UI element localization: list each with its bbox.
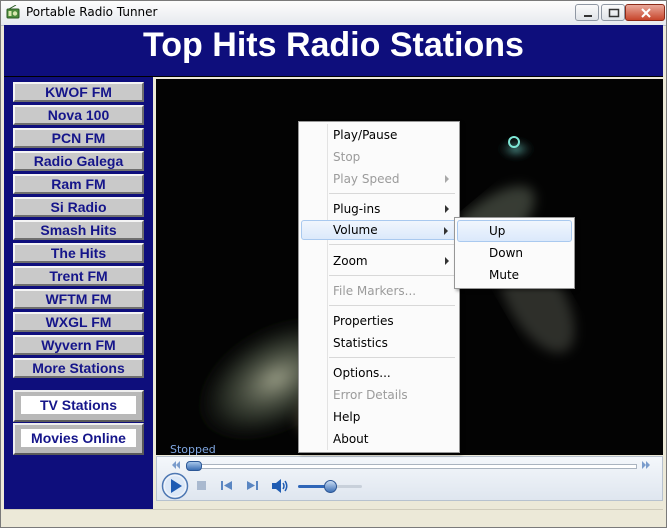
station-button-kwof-fm[interactable]: KWOF FM bbox=[13, 82, 144, 102]
close-icon bbox=[641, 8, 651, 18]
menu-item-zoom-label: Zoom bbox=[333, 254, 368, 268]
play-button[interactable] bbox=[161, 472, 189, 500]
menu-item-plugins[interactable]: Plug-ins bbox=[301, 199, 457, 219]
next-button[interactable] bbox=[246, 480, 260, 492]
minimize-button[interactable] bbox=[575, 4, 599, 21]
minimize-icon bbox=[584, 15, 592, 17]
menu-separator bbox=[329, 357, 455, 358]
menu-item-options[interactable]: Options... bbox=[301, 363, 457, 383]
menu-separator bbox=[329, 193, 455, 194]
speaker-icon[interactable] bbox=[271, 478, 289, 494]
submenu-item-volume-up[interactable]: Up bbox=[457, 220, 572, 242]
radio-app-icon bbox=[6, 5, 20, 19]
station-button-si-radio[interactable]: Si Radio bbox=[13, 197, 144, 217]
submenu-item-volume-down[interactable]: Down bbox=[457, 242, 572, 264]
seek-bar[interactable] bbox=[187, 464, 637, 469]
menu-item-error-details[interactable]: Error Details bbox=[301, 385, 457, 405]
station-button-pcn-fm[interactable]: PCN FM bbox=[13, 128, 144, 148]
station-button-wftm-fm[interactable]: WFTM FM bbox=[13, 289, 144, 309]
more-stations-button[interactable]: More Stations bbox=[13, 358, 144, 378]
window-title: Portable Radio Tunner bbox=[26, 5, 158, 19]
tv-stations-label: TV Stations bbox=[21, 396, 136, 414]
close-button[interactable] bbox=[625, 4, 665, 21]
menu-item-plugins-label: Plug-ins bbox=[333, 202, 381, 216]
context-menu: Play/Pause Stop Play Speed Plug-ins Volu… bbox=[298, 121, 460, 453]
menu-item-volume[interactable]: Volume bbox=[301, 220, 457, 240]
app-window: Portable Radio Tunner Top Hits Radio Sta… bbox=[0, 0, 667, 528]
station-sidebar: KWOF FM Nova 100 PCN FM Radio Galega Ram… bbox=[4, 77, 153, 509]
playback-status: Stopped bbox=[170, 443, 216, 456]
menu-item-help[interactable]: Help bbox=[301, 407, 457, 427]
status-bar bbox=[4, 509, 663, 527]
menu-separator bbox=[329, 275, 455, 276]
submenu-arrow-icon bbox=[444, 227, 448, 235]
menu-item-play-pause[interactable]: Play/Pause bbox=[301, 125, 457, 145]
menu-item-file-markers[interactable]: File Markers... bbox=[301, 281, 457, 301]
movies-online-button[interactable]: Movies Online bbox=[13, 423, 144, 455]
submenu-item-mute[interactable]: Mute bbox=[457, 264, 572, 286]
menu-item-properties[interactable]: Properties bbox=[301, 311, 457, 331]
station-button-wxgl-fm[interactable]: WXGL FM bbox=[13, 312, 144, 332]
submenu-arrow-icon bbox=[445, 205, 449, 213]
station-button-wyvern-fm[interactable]: Wyvern FM bbox=[13, 335, 144, 355]
station-button-trent-fm[interactable]: Trent FM bbox=[13, 266, 144, 286]
station-button-nova-100[interactable]: Nova 100 bbox=[13, 105, 144, 125]
menu-item-play-speed-label: Play Speed bbox=[333, 172, 400, 186]
submenu-arrow-icon bbox=[445, 257, 449, 265]
menu-item-zoom[interactable]: Zoom bbox=[301, 251, 457, 271]
title-bar[interactable]: Portable Radio Tunner bbox=[1, 1, 666, 26]
player-controls bbox=[156, 456, 663, 501]
menu-item-statistics[interactable]: Statistics bbox=[301, 333, 457, 353]
stop-button[interactable] bbox=[196, 480, 208, 492]
menu-item-volume-label: Volume bbox=[333, 223, 378, 237]
station-button-smash-hits[interactable]: Smash Hits bbox=[13, 220, 144, 240]
menu-item-play-speed[interactable]: Play Speed bbox=[301, 169, 457, 189]
page-title: Top Hits Radio Stations bbox=[143, 26, 524, 64]
station-button-the-hits[interactable]: The Hits bbox=[13, 243, 144, 263]
seek-back-icon[interactable] bbox=[171, 460, 181, 470]
menu-separator bbox=[329, 244, 455, 245]
previous-button[interactable] bbox=[220, 480, 234, 492]
station-button-radio-galega[interactable]: Radio Galega bbox=[13, 151, 144, 171]
tv-stations-button[interactable]: TV Stations bbox=[13, 390, 144, 422]
menu-separator bbox=[329, 305, 455, 306]
maximize-button[interactable] bbox=[601, 4, 625, 21]
menu-item-about[interactable]: About bbox=[301, 429, 457, 449]
maximize-icon bbox=[608, 8, 620, 18]
volume-thumb[interactable] bbox=[324, 480, 337, 493]
seek-forward-icon[interactable] bbox=[641, 460, 651, 470]
station-button-ram-fm[interactable]: Ram FM bbox=[13, 174, 144, 194]
movies-online-label: Movies Online bbox=[21, 429, 136, 447]
header-banner: Top Hits Radio Stations bbox=[4, 25, 663, 77]
volume-submenu: Up Down Mute bbox=[454, 217, 575, 289]
menu-item-stop[interactable]: Stop bbox=[301, 147, 457, 167]
seek-thumb[interactable] bbox=[186, 461, 202, 471]
submenu-arrow-icon bbox=[445, 175, 449, 183]
